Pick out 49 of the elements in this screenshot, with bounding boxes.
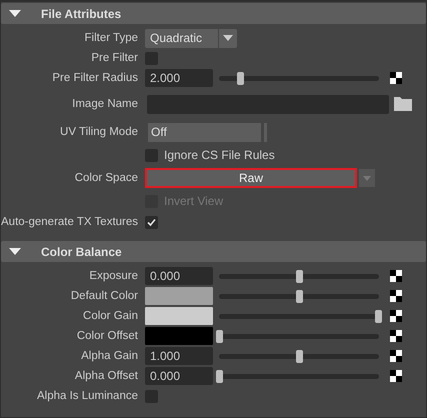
field-label: Alpha Is Luminance	[36, 390, 139, 402]
field-label: Alpha Offset	[74, 370, 139, 382]
number-field[interactable]: 1.000	[145, 347, 213, 365]
number-field[interactable]: 0.000	[145, 267, 213, 285]
field-label: Image Name	[71, 98, 139, 110]
field-label: Pre Filter	[90, 52, 139, 64]
option-menu[interactable]: Off	[148, 122, 261, 142]
field-label: Color Offset	[76, 330, 139, 342]
slider-thumb[interactable]	[296, 350, 302, 362]
slider-thumb[interactable]	[236, 72, 244, 84]
field-label: Exposure	[88, 270, 139, 282]
section-header[interactable]: Color Balance	[1, 241, 426, 262]
text-field[interactable]	[147, 94, 389, 114]
color-swatch[interactable]	[145, 327, 213, 345]
field-label: Color Gain	[82, 310, 139, 322]
slider-thumb[interactable]	[296, 270, 302, 282]
checker-icon[interactable]	[390, 350, 402, 362]
field-label: Color Space	[74, 172, 139, 184]
slider-thumb[interactable]	[375, 310, 382, 322]
field-label: Alpha Gain	[80, 350, 139, 362]
field-label: UV Tiling Mode	[59, 126, 139, 138]
color-swatch[interactable]	[145, 287, 213, 305]
checker-icon[interactable]	[390, 330, 402, 342]
checkbox[interactable]	[145, 216, 158, 228]
color-swatch[interactable]	[145, 307, 213, 325]
checker-icon[interactable]	[390, 290, 402, 302]
checker-icon[interactable]	[390, 72, 402, 84]
slider-thumb[interactable]	[216, 330, 223, 342]
checker-icon[interactable]	[390, 310, 402, 322]
folder-icon[interactable]	[394, 97, 412, 111]
checker-icon[interactable]	[390, 270, 402, 282]
dropdown-value[interactable]: Quadratic	[145, 28, 218, 48]
slider-thumb[interactable]	[296, 290, 302, 302]
section-header[interactable]: File Attributes	[1, 3, 426, 24]
checkbox-label[interactable]: Ignore CS File Rules	[164, 148, 275, 162]
field-label: Filter Type	[84, 32, 139, 44]
slider-thumb[interactable]	[216, 370, 223, 382]
checkbox[interactable]	[145, 148, 158, 162]
expand-triangle-icon[interactable]	[9, 10, 21, 18]
checker-icon[interactable]	[390, 370, 402, 382]
field-label: Default Color	[70, 290, 139, 302]
field-label: Pre Filter Radius	[51, 72, 139, 84]
color-space-menu[interactable]: Raw	[145, 168, 357, 188]
checkbox[interactable]	[145, 52, 158, 64]
checkbox[interactable]	[145, 390, 158, 402]
number-field[interactable]: 0.000	[145, 367, 213, 385]
field-label: Auto-generate TX Textures	[1, 216, 140, 228]
expand-triangle-icon[interactable]	[9, 248, 21, 256]
number-field[interactable]: 2.000	[145, 69, 213, 87]
